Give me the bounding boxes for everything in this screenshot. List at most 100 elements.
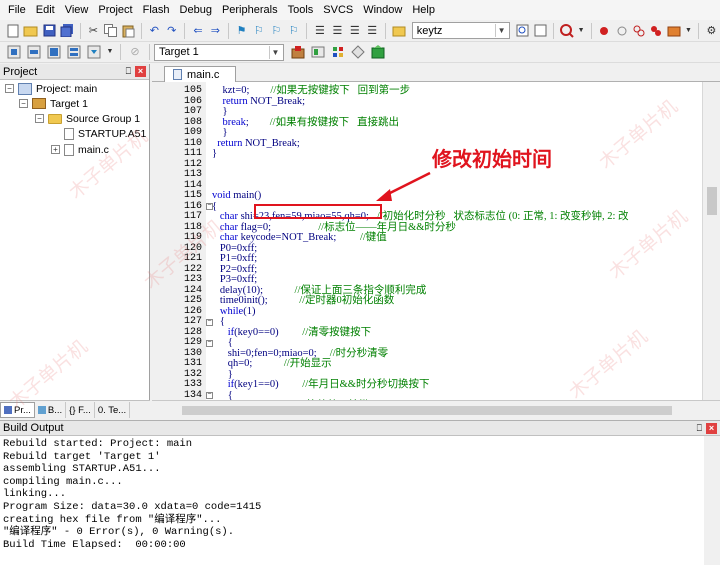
build-output-line: assembling STARTUP.A51... xyxy=(3,463,161,476)
download-icon[interactable] xyxy=(86,44,102,60)
debug-session-icon[interactable] xyxy=(559,23,574,39)
save-all-icon[interactable] xyxy=(60,23,74,39)
tab-main-c[interactable]: main.c xyxy=(164,66,236,82)
expand-icon[interactable]: + xyxy=(51,145,60,154)
tree-item-file[interactable]: + main.c xyxy=(51,142,109,157)
code-editor[interactable]: kzt=0; //如果无按键按下 回到第一步 return NOT_Break;… xyxy=(206,82,702,400)
undo-icon[interactable]: ↶ xyxy=(148,23,161,39)
menu-debug[interactable]: Debug xyxy=(175,0,217,20)
code-text: while(1) xyxy=(219,305,256,317)
menu-window[interactable]: Window xyxy=(358,0,407,20)
dropdown-arrow-icon[interactable]: ▼ xyxy=(685,23,692,39)
replace-icon[interactable] xyxy=(533,23,547,39)
close-icon[interactable]: × xyxy=(706,422,717,434)
code-text: kzt=0; xyxy=(212,85,250,96)
tab-project[interactable]: Pr... xyxy=(0,402,35,418)
find-in-files-icon[interactable] xyxy=(392,23,406,39)
nav-forward-icon[interactable]: ⇒ xyxy=(209,23,222,39)
close-icon[interactable]: × xyxy=(135,66,146,77)
unindent-icon[interactable]: ☰ xyxy=(331,23,344,39)
paste-icon[interactable] xyxy=(121,23,135,39)
pin-icon[interactable]: ⎕ xyxy=(126,66,131,77)
line-number: 113 xyxy=(183,169,202,180)
code-text: delay(10); xyxy=(212,284,264,296)
tree-item-target[interactable]: − Target 1 xyxy=(19,96,88,111)
code-text: } xyxy=(212,106,228,117)
breakpoint-kill-all-icon[interactable] xyxy=(650,23,663,39)
menu-view[interactable]: View xyxy=(60,0,94,20)
tools-icon[interactable] xyxy=(667,23,681,39)
build-icon[interactable] xyxy=(26,44,42,60)
manage-components-icon[interactable] xyxy=(330,44,346,60)
select-packs-icon[interactable] xyxy=(350,44,366,60)
nav-back-icon[interactable]: ⇐ xyxy=(191,23,204,39)
save-icon[interactable] xyxy=(42,23,56,39)
target-select-value: Target 1 xyxy=(159,46,199,58)
menu-help[interactable]: Help xyxy=(407,0,440,20)
bookmark-prev-icon[interactable]: ⚐ xyxy=(252,23,265,39)
target-options-icon[interactable] xyxy=(290,44,306,60)
pin-icon[interactable]: ⎕ xyxy=(697,423,702,434)
comment-icon[interactable]: ☰ xyxy=(348,23,361,39)
line-number: 105 xyxy=(183,85,202,96)
collapse-icon[interactable]: − xyxy=(19,99,28,108)
menu-peripherals[interactable]: Peripherals xyxy=(217,0,283,20)
menu-project[interactable]: Project xyxy=(93,0,137,20)
chevron-down-icon[interactable]: ▼ xyxy=(495,24,507,37)
chevron-down-icon[interactable]: ▼ xyxy=(269,45,281,59)
translate-icon[interactable] xyxy=(6,44,22,60)
bookmark-icon[interactable]: ⚑ xyxy=(235,23,248,39)
build-output-scrollbar[interactable] xyxy=(704,436,720,565)
code-text: shi=0;fen=0;miao=0; xyxy=(212,347,317,359)
tab-templates[interactable]: 0. Te... xyxy=(95,402,131,418)
tab-books[interactable]: B... xyxy=(35,402,67,418)
redo-icon[interactable]: ↷ xyxy=(165,23,178,39)
indent-icon[interactable]: ☰ xyxy=(313,23,326,39)
build-output-pane[interactable]: Rebuild started: Project: main Rebuild ta… xyxy=(0,436,704,565)
breakpoint-insert-icon[interactable] xyxy=(597,23,610,39)
pack-installer-icon[interactable] xyxy=(370,44,386,60)
menu-svcs[interactable]: SVCS xyxy=(318,0,358,20)
uncomment-icon[interactable]: ☰ xyxy=(365,23,378,39)
editor-horizontal-scrollbar[interactable] xyxy=(152,400,720,419)
dropdown-arrow-icon[interactable]: ▼ xyxy=(106,44,114,60)
configure-icon[interactable]: ⚙ xyxy=(705,23,718,39)
find-combo[interactable]: keytz ▼ xyxy=(411,22,511,39)
editor-vertical-scrollbar[interactable] xyxy=(702,82,720,400)
build-output-title-bar: Build Output ⎕ × xyxy=(0,420,720,436)
collapse-icon[interactable]: − xyxy=(5,84,14,93)
dropdown-arrow-icon[interactable]: ▼ xyxy=(578,23,585,39)
scroll-thumb[interactable] xyxy=(182,406,672,415)
menu-edit[interactable]: Edit xyxy=(31,0,60,20)
scroll-thumb[interactable] xyxy=(707,187,717,215)
cut-icon[interactable]: ✂ xyxy=(87,23,100,39)
menu-flash[interactable]: Flash xyxy=(138,0,175,20)
open-folder-icon[interactable] xyxy=(23,23,38,39)
build-output-title: Build Output xyxy=(3,422,64,434)
code-text: return NOT_Break; xyxy=(222,95,306,107)
collapse-icon[interactable]: − xyxy=(35,114,44,123)
tree-item-file[interactable]: STARTUP.A51 xyxy=(64,126,146,141)
tab-functions[interactable]: {} F... xyxy=(66,402,95,418)
tree-item-project[interactable]: − Project: main xyxy=(5,81,97,96)
code-text: { xyxy=(212,389,233,400)
stop-build-icon[interactable]: ⊘ xyxy=(127,44,143,60)
build-output-line: Build Time Elapsed: 00:00:00 xyxy=(3,538,186,551)
file-extensions-icon[interactable] xyxy=(310,44,326,60)
target-select[interactable]: Target 1 ▼ xyxy=(154,43,284,61)
toolbar-separator xyxy=(552,22,554,39)
tree-item-source-group[interactable]: − Source Group 1 xyxy=(35,111,140,126)
menu-tools[interactable]: Tools xyxy=(283,0,319,20)
bookmark-clear-icon[interactable]: ⚐ xyxy=(287,23,300,39)
batch-build-icon[interactable] xyxy=(66,44,82,60)
menu-file[interactable]: File xyxy=(3,0,31,20)
find-icon[interactable] xyxy=(516,23,529,39)
rebuild-icon[interactable] xyxy=(46,44,62,60)
copy-icon[interactable] xyxy=(104,23,118,39)
code-text: { xyxy=(212,316,225,327)
breakpoint-enable-icon[interactable] xyxy=(615,23,628,39)
breakpoint-disable-all-icon[interactable] xyxy=(632,23,645,39)
new-file-icon[interactable] xyxy=(6,23,19,39)
code-text: void main() xyxy=(212,190,262,201)
bookmark-next-icon[interactable]: ⚐ xyxy=(270,23,283,39)
